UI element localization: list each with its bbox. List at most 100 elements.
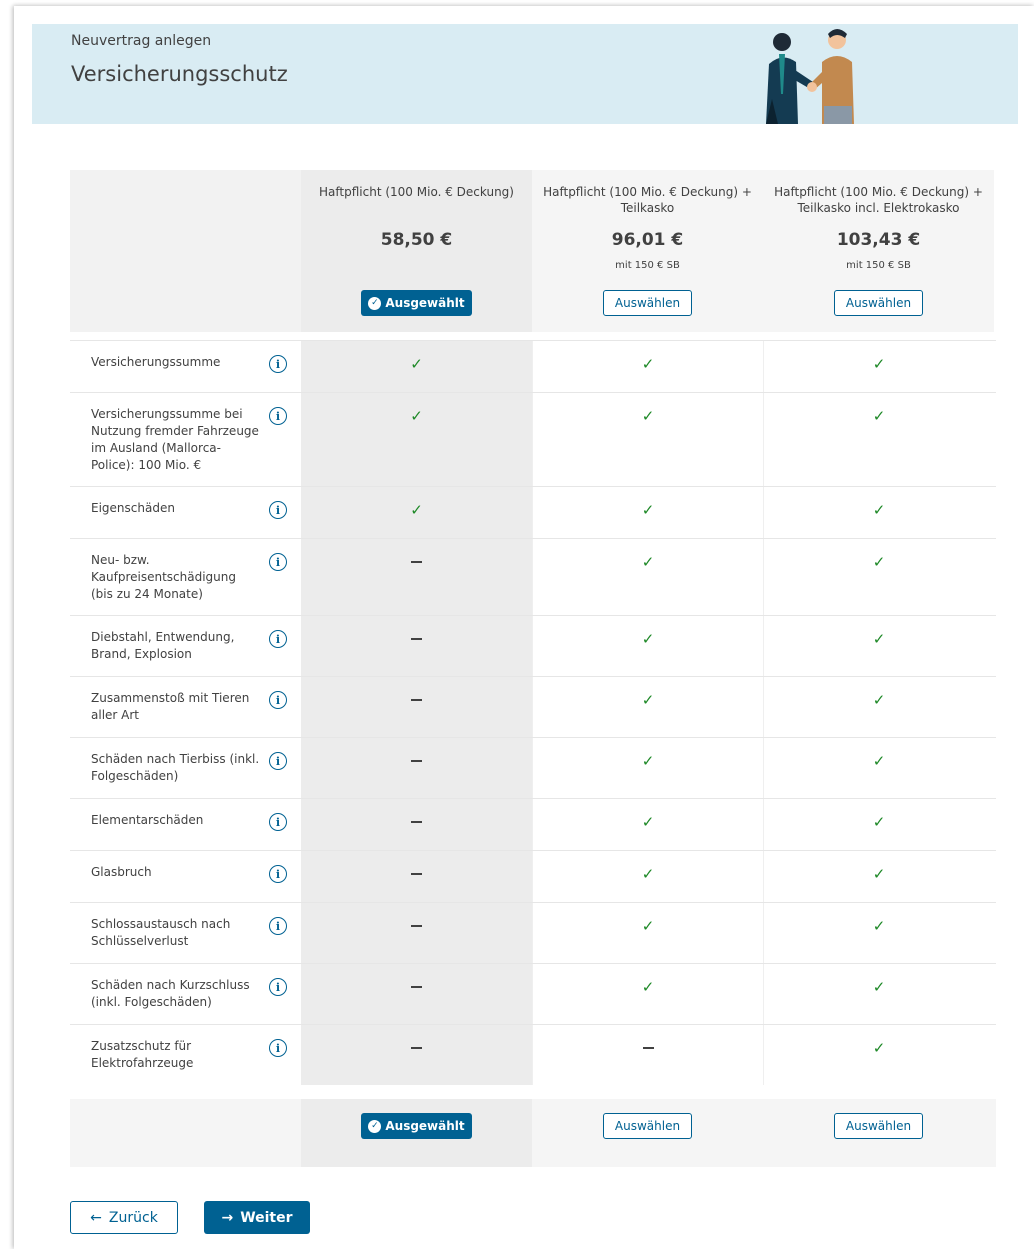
feature-value-cell: ✓ <box>763 341 994 392</box>
check-icon: ✓ <box>872 752 886 770</box>
next-button-label: Weiter <box>240 1209 293 1226</box>
dash-icon <box>411 760 422 762</box>
comparison-table: Haftpflicht (100 Mio. € Deckung) 58,50 €… <box>70 170 996 1167</box>
check-icon: ✓ <box>641 978 655 996</box>
feature-value-cell: ✓ <box>763 616 994 676</box>
check-icon: ✓ <box>641 407 655 425</box>
check-circle-icon: ✓ <box>368 1119 382 1133</box>
feature-value-cell: ✓ <box>301 487 532 538</box>
plan-name: Haftpflicht (100 Mio. € Deckung) <box>319 185 514 199</box>
feature-label: Neu- bzw. Kaufpreisentschädigung (bis zu… <box>91 553 236 601</box>
feature-value-cell <box>301 539 532 615</box>
feature-label: Zusammenstoß mit Tieren aller Art <box>91 691 250 722</box>
feature-value-cell: ✓ <box>532 903 763 963</box>
info-icon[interactable]: i <box>269 407 287 425</box>
plan-column-3: Haftpflicht (100 Mio. € Deckung) + Teilk… <box>763 170 994 332</box>
feature-value-cell: ✓ <box>532 851 763 902</box>
info-icon[interactable]: i <box>269 917 287 935</box>
plan-price: 103,43 € <box>836 230 921 250</box>
feature-label: Zusatzschutz für Elektrofahrzeuge <box>91 1039 194 1070</box>
info-icon[interactable]: i <box>269 691 287 709</box>
selected-button-plan-1[interactable]: ✓ Ausgewählt <box>361 290 472 316</box>
info-icon[interactable]: i <box>269 630 287 648</box>
feature-value-cell: ✓ <box>532 799 763 850</box>
plan-name: Haftpflicht (100 Mio. € Deckung) + Teilk… <box>543 185 752 215</box>
select-button-plan-2-footer[interactable]: Auswählen <box>603 1113 692 1139</box>
info-icon[interactable]: i <box>269 1039 287 1057</box>
feature-label: Versicherungssumme bei Nutzung fremder F… <box>91 407 259 472</box>
feature-row: Glasbruch i ✓ ✓ <box>70 850 996 902</box>
feature-cell: Versicherungssumme bei Nutzung fremder F… <box>70 393 301 486</box>
dash-icon <box>411 986 422 988</box>
footer-empty-cell <box>70 1099 301 1167</box>
feature-value-cell: ✓ <box>532 487 763 538</box>
selected-button-plan-1-footer[interactable]: ✓ Ausgewählt <box>361 1113 472 1139</box>
info-icon[interactable]: i <box>269 752 287 770</box>
dash-icon <box>642 1047 654 1049</box>
dash-icon <box>411 699 422 701</box>
feature-value-cell: ✓ <box>763 487 994 538</box>
footer-plan-column-1: ✓ Ausgewählt <box>301 1099 532 1167</box>
feature-value-cell <box>301 1025 532 1085</box>
check-icon: ✓ <box>872 501 886 519</box>
button-label: Ausgewählt <box>385 296 465 310</box>
check-circle-icon: ✓ <box>368 296 382 310</box>
feature-value-cell: ✓ <box>763 738 994 798</box>
feature-value-cell: ✓ <box>532 738 763 798</box>
feature-row: Elementarschäden i ✓ ✓ <box>70 798 996 850</box>
dash-icon <box>411 821 422 823</box>
feature-cell: Zusammenstoß mit Tieren aller Art i <box>70 677 301 737</box>
feature-value-cell: ✓ <box>532 393 763 486</box>
next-button[interactable]: → Weiter <box>204 1201 310 1234</box>
feature-label: Schäden nach Kurzschluss (inkl. Folgesch… <box>91 978 250 1009</box>
feature-label: Schäden nach Tierbiss (inkl. Folgeschäde… <box>91 752 260 783</box>
feature-row: Diebstahl, Entwendung, Brand, Explosion i… <box>70 615 996 676</box>
feature-value-cell <box>301 799 532 850</box>
feature-row: Schlossaustausch nach Schlüsselverlust i ✓… <box>70 902 996 963</box>
feature-value-cell <box>532 1025 763 1085</box>
page-subtitle: Neuvertrag anlegen <box>71 33 212 49</box>
feature-value-cell: ✓ <box>532 616 763 676</box>
check-icon: ✓ <box>872 865 886 883</box>
info-icon[interactable]: i <box>269 865 287 883</box>
feature-value-cell: ✓ <box>763 903 994 963</box>
plans-footer-row: ✓ Ausgewählt Auswählen Auswählen <box>70 1099 996 1167</box>
feature-value-cell: ✓ <box>301 393 532 486</box>
feature-value-cell: ✓ <box>532 964 763 1024</box>
select-button-plan-2[interactable]: Auswählen <box>603 290 692 316</box>
feature-value-cell: ✓ <box>763 799 994 850</box>
back-button[interactable]: ← Zurück <box>70 1201 178 1234</box>
select-button-plan-3[interactable]: Auswählen <box>834 290 923 316</box>
feature-cell: Zusatzschutz für Elektrofahrzeuge i <box>70 1025 301 1085</box>
check-icon: ✓ <box>872 407 886 425</box>
info-icon[interactable]: i <box>269 978 287 996</box>
dash-icon <box>411 873 422 875</box>
check-icon: ✓ <box>872 1039 886 1057</box>
footer-plan-column-3: Auswählen <box>763 1099 994 1167</box>
header-empty-cell <box>70 170 301 332</box>
info-icon[interactable]: i <box>269 553 287 571</box>
plan-price: 58,50 € <box>380 230 453 250</box>
feature-value-cell <box>301 964 532 1024</box>
feature-cell: Schlossaustausch nach Schlüsselverlust i <box>70 903 301 963</box>
check-icon: ✓ <box>641 355 655 373</box>
dash-icon <box>411 925 422 927</box>
feature-label: Glasbruch <box>91 865 152 879</box>
check-icon: ✓ <box>641 865 655 883</box>
info-icon[interactable]: i <box>269 501 287 519</box>
check-icon: ✓ <box>872 691 886 709</box>
feature-cell: Elementarschäden i <box>70 799 301 850</box>
back-button-label: Zurück <box>108 1209 158 1226</box>
check-icon: ✓ <box>641 917 655 935</box>
info-icon[interactable]: i <box>269 813 287 831</box>
plan-column-1: Haftpflicht (100 Mio. € Deckung) 58,50 €… <box>301 170 532 332</box>
info-icon[interactable]: i <box>269 355 287 373</box>
feature-value-cell: ✓ <box>763 851 994 902</box>
features-list: Versicherungssumme i ✓ ✓ ✓ Versicherungssumme… <box>70 340 996 1085</box>
feature-value-cell <box>301 851 532 902</box>
select-button-plan-3-footer[interactable]: Auswählen <box>834 1113 923 1139</box>
check-icon: ✓ <box>872 813 886 831</box>
feature-row: Schäden nach Tierbiss (inkl. Folgeschäde… <box>70 737 996 798</box>
plan-price: 96,01 € <box>611 230 684 250</box>
check-icon: ✓ <box>410 407 423 425</box>
